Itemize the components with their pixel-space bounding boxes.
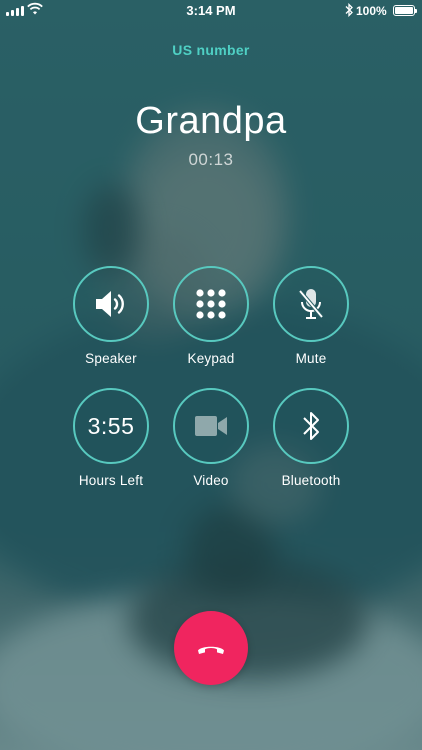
hours-left-label: Hours Left	[78, 473, 144, 488]
hang-up-icon	[198, 646, 224, 654]
hours-left-button[interactable]: 3:55	[73, 388, 149, 464]
video-camera-icon	[195, 416, 227, 436]
video-control[interactable]: Video	[156, 388, 266, 488]
bluetooth-control[interactable]: Bluetooth	[256, 388, 366, 488]
end-call-button[interactable]	[174, 611, 248, 685]
mute-control[interactable]: Mute	[256, 266, 366, 366]
battery-percent: 100%	[356, 4, 387, 18]
speaker-button[interactable]	[73, 266, 149, 342]
carrier-label[interactable]: US number	[0, 42, 422, 58]
keypad-icon	[196, 289, 226, 319]
video-label: Video	[193, 473, 229, 488]
bluetooth-icon	[345, 3, 353, 17]
bluetooth-label: Bluetooth	[281, 473, 341, 488]
keypad-control[interactable]: Keypad	[156, 266, 266, 366]
call-duration: 00:13	[188, 150, 234, 169]
battery-icon	[393, 5, 417, 16]
speaker-label: Speaker	[85, 351, 137, 366]
mute-label: Mute	[295, 351, 327, 366]
mute-button[interactable]	[273, 266, 349, 342]
video-button[interactable]	[173, 388, 249, 464]
hours-left-value: 3:55	[87, 412, 135, 439]
status-bar: 3:14 PM 100%	[0, 0, 422, 22]
hours-left-control[interactable]: 3:55 Hours Left	[56, 388, 166, 488]
bluetooth-button[interactable]	[273, 388, 349, 464]
speaker-icon	[96, 291, 124, 317]
contact-name: Grandpa	[135, 100, 287, 142]
mic-muted-icon	[298, 289, 324, 319]
bluetooth-icon	[303, 412, 319, 440]
keypad-label: Keypad	[187, 351, 235, 366]
keypad-button[interactable]	[173, 266, 249, 342]
speaker-control[interactable]: Speaker	[56, 266, 166, 366]
